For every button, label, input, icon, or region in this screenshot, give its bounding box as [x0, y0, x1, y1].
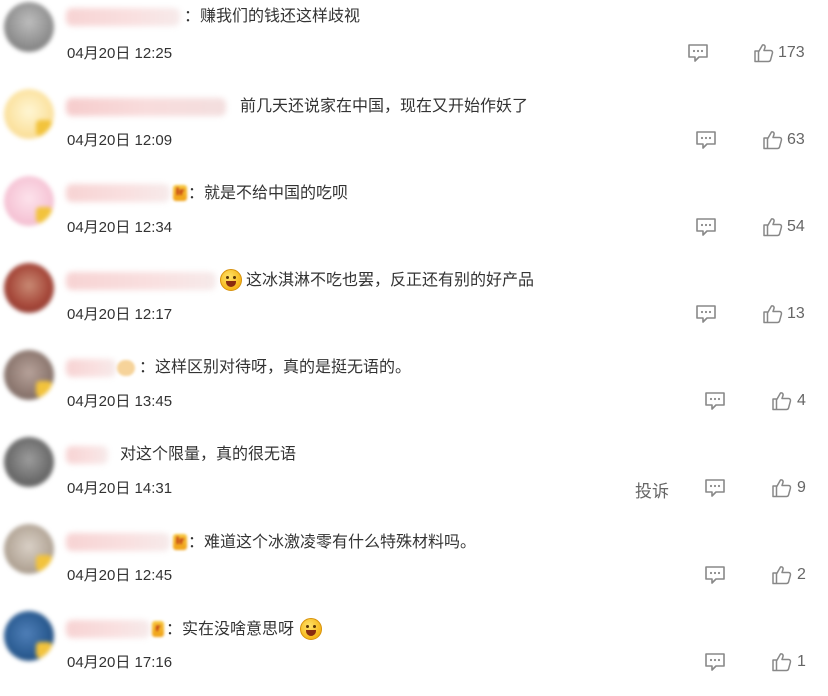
like-count: 173 [778, 44, 805, 61]
comment-item: 对这个限量，真的很无语 04月20日 14:31 投诉 9 [0, 435, 828, 522]
comment-time: 04月20日 12:25 [67, 45, 173, 62]
thumbs-up-icon[interactable] [762, 217, 783, 237]
thumbs-up-icon[interactable] [762, 304, 783, 324]
like-count: 2 [797, 566, 806, 583]
comment-icon[interactable] [695, 304, 717, 324]
avatar[interactable] [4, 2, 54, 52]
comment-icon[interactable] [704, 478, 726, 498]
like-count: 4 [797, 392, 806, 409]
like-count: 63 [787, 131, 805, 148]
comment-icon[interactable] [704, 565, 726, 585]
comment-item: 这冰淇淋不吃也罢，反正还有别的好产品 04月20日 12:17 13 [0, 261, 828, 348]
comment-text: 这冰淇淋不吃也罢，反正还有别的好产品 [246, 270, 535, 289]
comment-time: 04月20日 13:45 [67, 393, 173, 410]
comment-item: lr ：就是不给中国的吃呗 04月20日 12:34 54 [0, 174, 828, 261]
report-button[interactable]: 投诉 [635, 477, 669, 502]
like-count: 54 [787, 218, 805, 235]
username-blurred[interactable] [66, 184, 170, 202]
avatar[interactable] [4, 176, 54, 226]
comment-icon[interactable] [695, 217, 717, 237]
thumbs-up-icon[interactable] [771, 478, 792, 498]
comment-item: r ：实在没啥意思呀 04月20日 17:16 1 [0, 609, 828, 696]
username-blurred[interactable] [66, 620, 150, 638]
laughing-emoji-icon [300, 618, 322, 640]
username-blurred[interactable] [66, 8, 180, 26]
avatar[interactable] [4, 89, 54, 139]
comment-time: 04月20日 14:31 [67, 480, 173, 497]
laughing-emoji-icon [220, 269, 242, 291]
vip-badge: lr [173, 185, 187, 201]
thumbs-up-icon[interactable] [771, 565, 792, 585]
comment-time: 04月20日 17:16 [67, 654, 173, 671]
vip-badge: lr [173, 534, 187, 550]
comment-icon[interactable] [704, 652, 726, 672]
thumbs-up-icon[interactable] [771, 391, 792, 411]
username-blurred[interactable] [66, 533, 170, 551]
avatar[interactable] [4, 524, 54, 574]
comment-item: lr ：难道这个冰激凌零有什么特殊材料吗。 04月20日 12:45 2 [0, 522, 828, 609]
comment-text: 对这个限量，真的很无语 [120, 444, 297, 463]
comment-icon[interactable] [687, 43, 709, 63]
comment-icon[interactable] [704, 391, 726, 411]
thumbs-up-icon[interactable] [753, 43, 774, 63]
username-blurred[interactable] [66, 272, 216, 290]
comment-text: ：这样区别对待呀，真的是挺无语的。 [139, 357, 412, 376]
comment-text: ：就是不给中国的吃呗 [188, 183, 349, 202]
comment-list: ：赚我们的钱还这样歧视 04月20日 12:25 173 前几天还说家在中国，现… [0, 0, 828, 687]
avatar[interactable] [4, 611, 54, 661]
comment-icon[interactable] [695, 130, 717, 150]
comment-time: 04月20日 12:34 [67, 219, 173, 236]
vip-badge: r [152, 621, 164, 637]
username-blurred[interactable] [66, 359, 116, 377]
comment-time: 04月20日 12:45 [67, 567, 173, 584]
comment-text: ：难道这个冰激凌零有什么特殊材料吗。 [188, 532, 477, 551]
vip-badge [117, 360, 135, 376]
avatar[interactable] [4, 263, 54, 313]
username-blurred[interactable] [66, 446, 108, 464]
comment-time: 04月20日 12:17 [67, 306, 173, 323]
comment-text: ：实在没啥意思呀 [166, 619, 295, 638]
like-count: 13 [787, 305, 805, 322]
avatar[interactable] [4, 437, 54, 487]
like-count: 1 [797, 653, 806, 670]
comment-time: 04月20日 12:09 [67, 132, 173, 149]
comment-item: ：这样区别对待呀，真的是挺无语的。 04月20日 13:45 4 [0, 348, 828, 435]
avatar[interactable] [4, 350, 54, 400]
username-blurred[interactable] [66, 98, 226, 116]
comment-item: 前几天还说家在中国，现在又开始作妖了 04月20日 12:09 63 [0, 87, 828, 174]
thumbs-up-icon[interactable] [762, 130, 783, 150]
comment-text: ：赚我们的钱还这样歧视 [184, 6, 361, 25]
thumbs-up-icon[interactable] [771, 652, 792, 672]
comment-item: ：赚我们的钱还这样歧视 04月20日 12:25 173 [0, 0, 828, 87]
comment-text: 前几天还说家在中国，现在又开始作妖了 [240, 96, 529, 115]
like-count: 9 [797, 479, 806, 496]
